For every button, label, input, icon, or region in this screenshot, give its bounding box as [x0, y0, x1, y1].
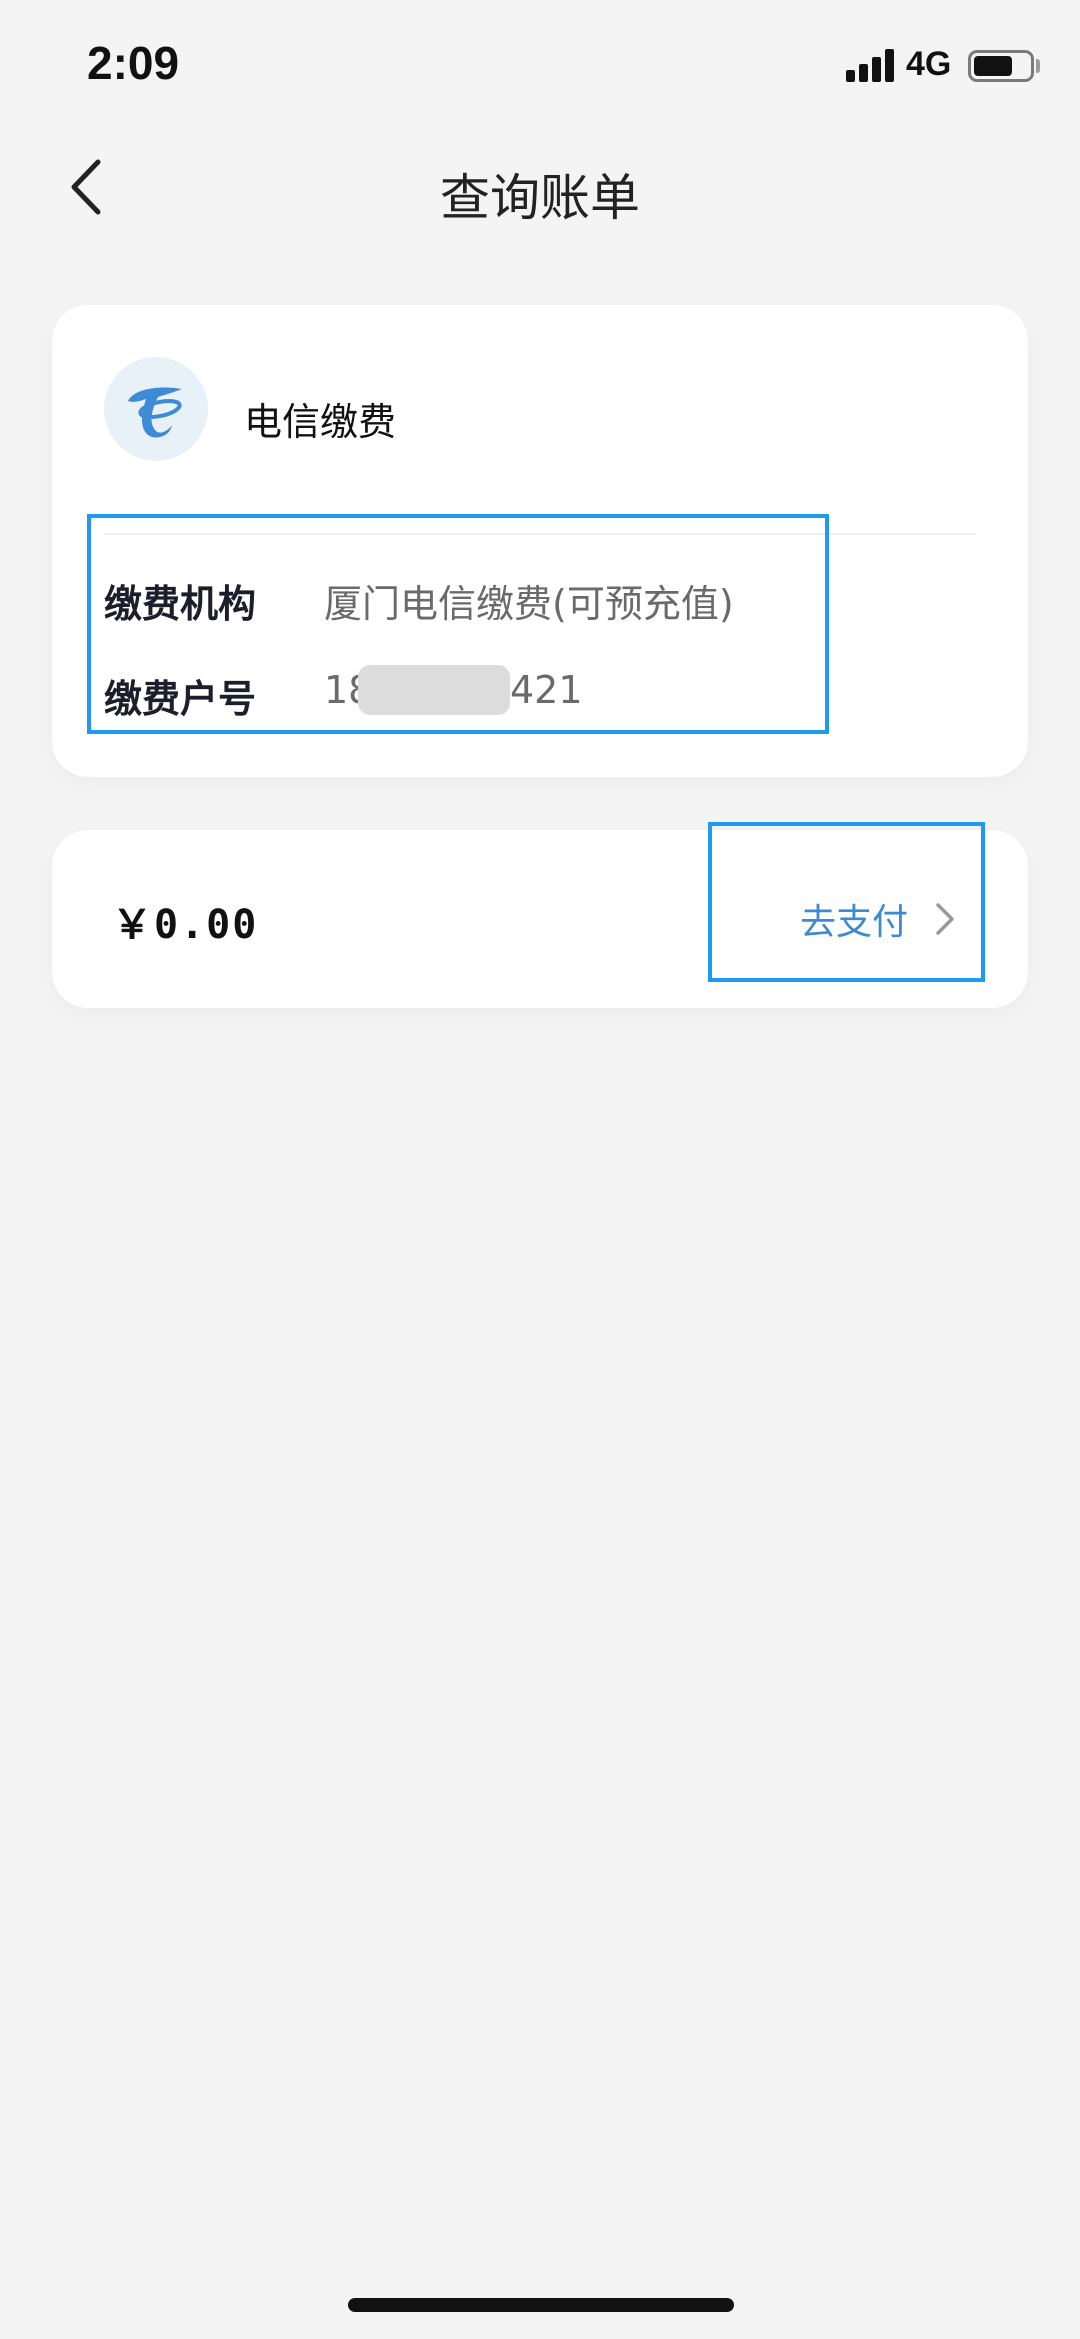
- divider: [104, 533, 976, 535]
- navigation-bar: 查询账单: [0, 130, 1080, 250]
- service-name: 电信缴费: [244, 400, 397, 444]
- network-type: 4G: [906, 45, 952, 83]
- account-mask: [358, 665, 510, 715]
- page-title: 查询账单: [440, 169, 640, 227]
- battery-icon: [968, 50, 1034, 82]
- signal-icon: [846, 48, 896, 82]
- chevron-right-icon: [936, 903, 954, 935]
- home-indicator: [348, 2298, 734, 2312]
- bill-query-page: 2:09 4G 查询账单 电信缴费 缴费机构 厦门电信缴费(可预充值) 缴费户号…: [0, 0, 1080, 2339]
- institution-label: 缴费机构: [104, 582, 257, 626]
- amount-due: ￥0.00: [112, 902, 259, 948]
- battery-tip: [1036, 59, 1040, 73]
- status-time: 2:09: [87, 37, 180, 89]
- account-label: 缴费户号: [104, 677, 257, 721]
- status-bar: 2:09 4G: [0, 0, 1080, 130]
- go-pay-label: 去支付: [799, 902, 908, 943]
- service-info-card: 电信缴费 缴费机构 厦门电信缴费(可预充值) 缴费户号 18 421: [52, 305, 1028, 777]
- china-telecom-logo-icon: [104, 357, 208, 461]
- account-suffix: 421: [510, 668, 583, 712]
- payment-card: ￥0.00 去支付: [52, 830, 1028, 1008]
- go-pay-button[interactable]: 去支付: [800, 888, 956, 950]
- institution-value: 厦门电信缴费(可预充值): [324, 582, 734, 626]
